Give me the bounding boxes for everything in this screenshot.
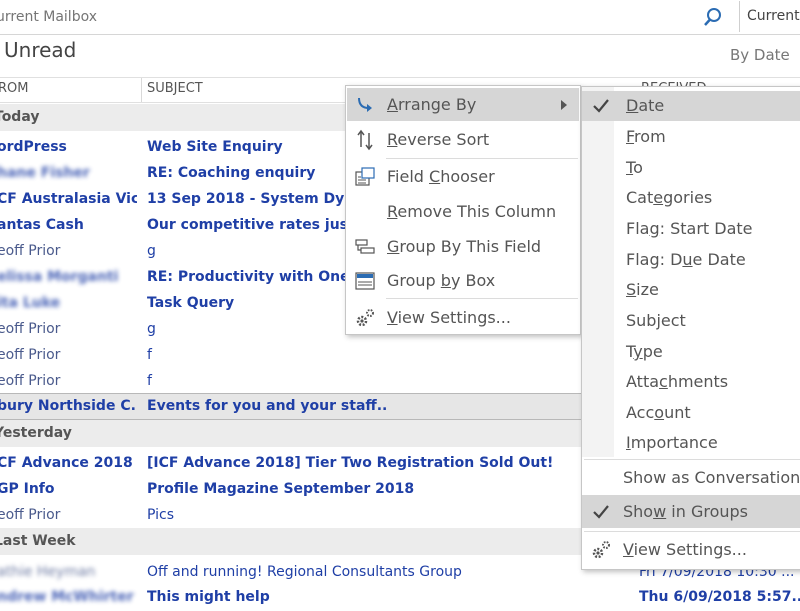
submenu-item-categories[interactable]: Categories	[582, 183, 800, 213]
menu-separator	[386, 298, 578, 299]
search-bar: Current	[0, 0, 800, 35]
menu-item-label: Group by Box	[387, 271, 496, 290]
row-received: Thu 6/09/2018 5:57...	[639, 589, 800, 605]
submenu-item-show-in-groups[interactable]: Show in Groups	[582, 495, 800, 528]
menu-item-label: From	[626, 127, 666, 146]
menu-item-reverse-sort[interactable]: Reverse Sort	[347, 123, 579, 156]
table-row[interactable]: ndrew McWhirter This might help Thu 6/09…	[0, 585, 800, 611]
row-from: bury Northside C...	[0, 398, 137, 414]
menu-item-label: Type	[626, 342, 663, 361]
group-by-field-icon	[355, 239, 375, 254]
submenu-item-view-settings[interactable]: View Settings...	[582, 535, 800, 565]
row-from: eoff Prior	[0, 507, 61, 523]
submenu-item-subject[interactable]: Subject	[582, 306, 800, 336]
submenu-item-flag-due-date[interactable]: Flag: Due Date	[582, 245, 800, 275]
column-divider[interactable]	[141, 78, 142, 102]
row-from: eoff Prior	[0, 373, 61, 389]
menu-item-label: Categories	[626, 188, 713, 207]
menu-item-label: Field Chooser	[387, 167, 495, 186]
row-from: ita Luke	[0, 295, 61, 311]
menu-item-view-settings[interactable]: View Settings...	[347, 301, 579, 334]
gear-icon	[356, 309, 374, 327]
search-input[interactable]	[0, 4, 688, 30]
group-by-box-icon	[355, 272, 375, 290]
menu-item-label: Reverse Sort	[387, 130, 490, 149]
row-from: ordPress	[0, 139, 67, 155]
submenu-item-account[interactable]: Account	[582, 398, 800, 428]
row-from: hane Fisher	[0, 165, 90, 181]
row-from: elissa Morganti	[0, 269, 119, 285]
unread-filter[interactable]: Unread	[4, 38, 76, 62]
gear-icon	[592, 541, 610, 559]
menu-item-label: View Settings...	[387, 308, 511, 327]
sort-by-date-dropdown[interactable]: By Date	[730, 46, 790, 64]
menu-item-label: View Settings...	[623, 540, 747, 559]
arrange-arrow-icon	[358, 97, 372, 112]
submenu-item-attachments[interactable]: Attachments	[582, 367, 800, 397]
menu-item-group-by-field[interactable]: Group By This Field	[347, 230, 579, 263]
menu-item-label: Flag: Start Date	[626, 219, 753, 238]
search-icon[interactable]	[702, 6, 724, 28]
field-chooser-icon	[355, 167, 375, 186]
group-label: Yesterday	[0, 425, 72, 441]
group-label: Last Week	[0, 533, 76, 549]
submenu-item-from[interactable]: From	[582, 122, 800, 152]
menu-separator	[386, 158, 578, 159]
checkmark-icon	[593, 505, 609, 519]
menu-item-label: Date	[626, 96, 665, 115]
group-label: Today	[0, 109, 40, 125]
menu-item-label: Show as Conversations	[623, 468, 800, 487]
menu-item-label: Arrange By	[387, 95, 477, 114]
menu-item-label: Show in Groups	[623, 502, 748, 521]
menu-separator	[584, 531, 800, 532]
menu-item-label: Account	[626, 403, 691, 422]
column-subject[interactable]: SUBJECT	[147, 81, 203, 96]
row-from: CF Australasia Vict...	[0, 191, 137, 207]
submenu-item-importance[interactable]: Importance	[582, 428, 800, 458]
row-from: CF Advance 2018	[0, 455, 133, 471]
menu-item-group-by-box[interactable]: Group by Box	[347, 264, 579, 297]
submenu-item-show-as-conversations[interactable]: Show as Conversations	[582, 463, 800, 493]
column-from[interactable]: ROM	[0, 81, 28, 96]
row-from: eoff Prior	[0, 243, 61, 259]
menu-item-label: Flag: Due Date	[626, 250, 746, 269]
menu-item-label: Attachments	[626, 372, 729, 391]
submenu-arrow-icon	[561, 100, 567, 110]
row-from: eoff Prior	[0, 321, 61, 337]
menu-item-remove-column[interactable]: Remove This Column	[347, 195, 579, 228]
search-scope-dropdown[interactable]: Current	[739, 1, 800, 32]
menu-item-label: Importance	[626, 433, 718, 452]
arrange-by-submenu: Date From To Categories Flag: Start Date…	[581, 86, 800, 570]
menu-item-label: Group By This Field	[387, 237, 542, 256]
menu-item-label: Subject	[626, 311, 686, 330]
submenu-item-type[interactable]: Type	[582, 337, 800, 367]
checkmark-icon	[593, 99, 609, 113]
menu-separator	[584, 459, 800, 460]
submenu-item-flag-start-date[interactable]: Flag: Start Date	[582, 214, 800, 244]
row-from: eoff Prior	[0, 347, 61, 363]
row-from: antas Cash	[0, 217, 84, 233]
row-from: GP Info	[0, 481, 55, 497]
menu-item-arrange-by[interactable]: Arrange By	[347, 88, 579, 121]
menu-item-label: To	[626, 158, 643, 177]
menu-item-field-chooser[interactable]: Field Chooser	[347, 160, 579, 193]
row-from: athie Heyman	[0, 564, 96, 580]
column-context-menu: Arrange By Reverse Sort Field Chooser Re…	[345, 85, 581, 335]
menu-item-label: Size	[626, 280, 659, 299]
submenu-item-to[interactable]: To	[582, 153, 800, 183]
menu-item-label: Remove This Column	[387, 202, 557, 221]
submenu-item-date[interactable]: Date	[582, 91, 800, 121]
row-from: ndrew McWhirter	[0, 589, 134, 605]
reverse-sort-icon	[357, 129, 373, 151]
submenu-item-size[interactable]: Size	[582, 275, 800, 305]
